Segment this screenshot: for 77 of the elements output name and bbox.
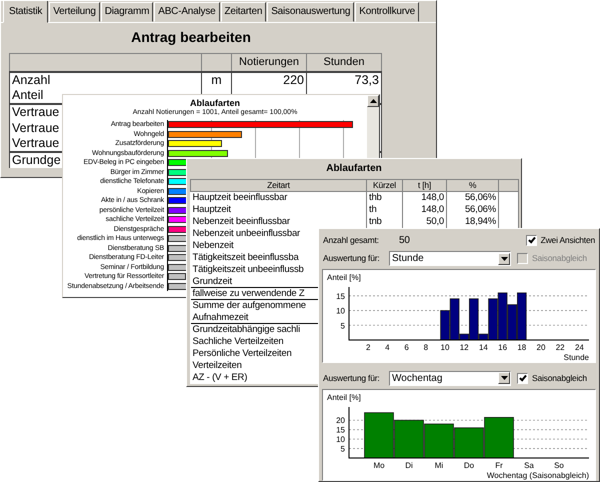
chart-bar xyxy=(507,304,518,341)
table-cell: 220 xyxy=(232,72,306,88)
tick-label: 2 xyxy=(366,343,370,352)
chart-bar xyxy=(484,417,514,458)
evaluation-dropdown[interactable]: Stunde xyxy=(389,251,511,266)
tick-label: 20 xyxy=(336,416,345,426)
table-cell: th xyxy=(366,204,402,216)
column-header: Notierungen xyxy=(232,54,306,72)
panel-title: Antrag bearbeiten xyxy=(130,28,252,47)
column-header: Stunden xyxy=(306,54,382,72)
axis-label: Anteil [%] xyxy=(327,273,361,282)
table-cell: 148,0 xyxy=(402,192,446,204)
evaluation-dropdown[interactable]: Wochentag xyxy=(389,370,511,386)
tick-label: So xyxy=(554,461,564,470)
total-value: 50 xyxy=(399,234,410,248)
tick-label: 5 xyxy=(340,322,345,331)
table-cell: m xyxy=(202,72,232,88)
table-cell: 148,0 xyxy=(402,204,446,216)
checkbox-label: Saisonabgleich xyxy=(532,252,587,265)
tab[interactable]: Saisonauswertung xyxy=(267,2,354,22)
table-cell: Hauptzeit xyxy=(190,204,366,216)
checkbox[interactable] xyxy=(517,372,528,384)
column-header: Kürzel xyxy=(366,180,402,192)
tick-label: 10 xyxy=(336,435,345,444)
table-cell: 56,06% xyxy=(446,204,498,216)
table-cell: 56,06% xyxy=(446,192,498,204)
checkbox-label: Saisonabgleich xyxy=(532,372,587,385)
tick-label: 5 xyxy=(340,444,345,454)
chart-bar xyxy=(454,427,484,458)
chart-bar xyxy=(516,292,527,341)
row-label: Anzahl xyxy=(10,72,202,88)
checkbox[interactable] xyxy=(526,235,537,246)
column-header: % xyxy=(446,180,498,192)
tick-label: Sa xyxy=(524,461,534,470)
tick-label: 8 xyxy=(424,343,428,352)
tick-label: 16 xyxy=(498,343,508,352)
caret-icon xyxy=(500,376,508,380)
scroll-up-button[interactable] xyxy=(367,95,379,107)
table-cell: 73,3 xyxy=(306,72,382,88)
tick-label: 15 xyxy=(336,426,345,435)
tab[interactable]: Zeitarten xyxy=(220,2,266,22)
chart-bar xyxy=(424,424,454,458)
tab[interactable]: Kontrollkurve xyxy=(355,2,420,22)
tick-label: 6 xyxy=(404,343,409,352)
checkbox-label: Zwei Ansichten xyxy=(540,234,595,248)
chart-bar xyxy=(364,412,394,458)
up-arrow-icon xyxy=(370,99,376,103)
tick-label: 20 xyxy=(536,343,546,352)
tab[interactable]: Statistik xyxy=(3,1,48,23)
table-cell: thb xyxy=(366,192,402,204)
chart-bar xyxy=(440,310,450,341)
tick-label: 22 xyxy=(556,343,565,352)
tick-label: Fr xyxy=(495,461,503,470)
tab[interactable]: ABC-Analyse xyxy=(154,2,220,22)
chart-bar xyxy=(498,292,508,341)
tab[interactable]: Diagramm xyxy=(100,2,154,22)
table-cell: Hauptzeit beeinflussbar xyxy=(190,192,366,204)
tab[interactable]: Verteilung xyxy=(49,2,100,22)
tick-label: 24 xyxy=(574,343,584,352)
column-header: t [h] xyxy=(402,180,446,192)
axis-label: Stunde xyxy=(564,353,589,362)
tick-label: 18 xyxy=(517,343,526,352)
tick-label: Di xyxy=(405,461,413,470)
tick-label: 12 xyxy=(460,343,469,352)
tick-label: 4 xyxy=(385,343,390,352)
axis-label: Wochentag (Saisonabgleich) xyxy=(486,471,589,480)
tick-label: Mi xyxy=(434,461,444,470)
tick-label: Do xyxy=(464,461,474,470)
tick-label: 10 xyxy=(440,343,450,352)
tick-label: Mo xyxy=(373,461,385,470)
caret-icon xyxy=(500,256,508,260)
column-header: Zeitart xyxy=(190,180,366,192)
axis-label: Anteil [%] xyxy=(327,393,361,402)
tick-label: 15 xyxy=(336,292,345,302)
tick-label: 14 xyxy=(478,343,488,352)
chart-bar xyxy=(394,420,424,458)
window-title: Ablaufarten xyxy=(325,162,383,176)
